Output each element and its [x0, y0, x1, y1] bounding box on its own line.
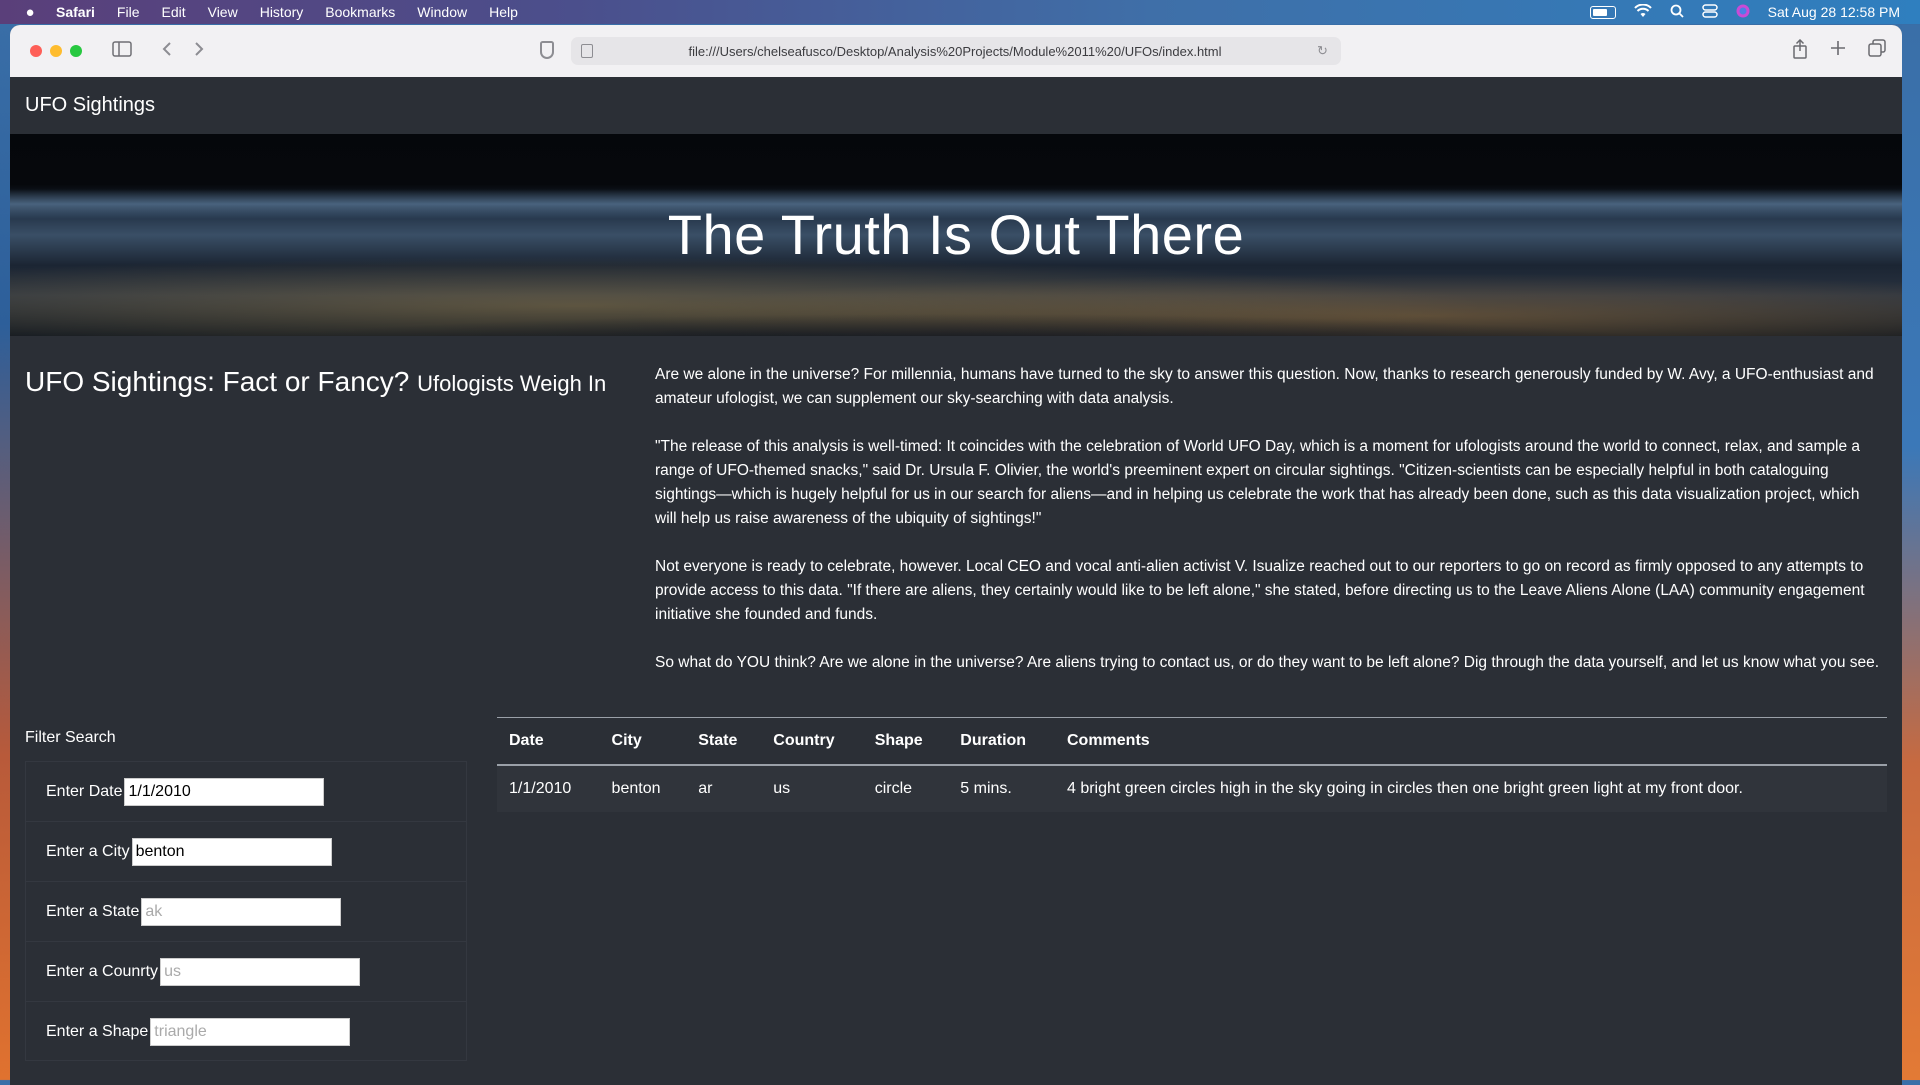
- article-subtitle: Ufologists Weigh In: [417, 371, 607, 396]
- desktop-wallpaper-edge: [1902, 25, 1920, 1080]
- menu-edit[interactable]: Edit: [161, 4, 185, 20]
- shape-label: Enter a Shape: [46, 1023, 149, 1040]
- cell-country: us: [761, 765, 863, 812]
- menu-bookmarks[interactable]: Bookmarks: [325, 4, 395, 20]
- hero-banner: The Truth Is Out There: [10, 134, 1902, 336]
- state-label: Enter a State: [46, 902, 140, 920]
- col-comments: Comments: [1054, 717, 1887, 766]
- filter-row-shape: Enter a Shape: [26, 1002, 466, 1062]
- col-shape: Shape: [862, 717, 949, 766]
- fullscreen-window-button[interactable]: [70, 45, 82, 57]
- menu-help[interactable]: Help: [489, 4, 518, 20]
- date-input[interactable]: [124, 777, 325, 806]
- minimize-window-button[interactable]: [50, 45, 62, 57]
- spotlight-search-icon[interactable]: [1670, 4, 1684, 21]
- sightings-table: Date City State Country Shape Duration C…: [497, 717, 1887, 812]
- shape-input[interactable]: [150, 1018, 351, 1046]
- share-icon[interactable]: [1792, 38, 1808, 65]
- article-paragraph: So what do YOU think? Are we alone in th…: [655, 654, 1880, 671]
- cell-comments: 4 bright green circles high in the sky g…: [1054, 765, 1887, 812]
- apple-icon[interactable]: ●: [20, 4, 40, 21]
- article-body: Are we alone in the universe? For millen…: [655, 363, 1885, 699]
- page-document-icon: [581, 44, 593, 58]
- article-paragraph: "The release of this analysis is well-ti…: [655, 438, 1861, 527]
- col-date: Date: [497, 717, 600, 766]
- city-label: Enter a City: [46, 842, 130, 860]
- forward-icon[interactable]: [194, 40, 204, 63]
- col-city: City: [599, 717, 687, 766]
- browser-toolbar: file:///Users/chelseafusco/Desktop/Analy…: [10, 25, 1902, 77]
- control-center-icon[interactable]: [1701, 3, 1718, 21]
- site-navbar: UFO Sightings: [10, 77, 1902, 134]
- menu-app-name[interactable]: Safari: [56, 4, 95, 20]
- article-heading: UFO Sightings: Fact or Fancy? Ufologists…: [25, 366, 606, 398]
- country-label: Enter a Counrty: [46, 962, 159, 980]
- back-icon[interactable]: [162, 40, 172, 63]
- window-controls: [30, 45, 82, 57]
- city-input[interactable]: [131, 837, 332, 866]
- address-bar[interactable]: file:///Users/chelseafusco/Desktop/Analy…: [571, 37, 1341, 65]
- article-paragraph: Are we alone in the universe? For millen…: [655, 366, 1874, 407]
- close-window-button[interactable]: [30, 45, 42, 57]
- filter-search-title: Filter Search: [25, 729, 116, 746]
- col-state: State: [686, 717, 762, 766]
- menu-file[interactable]: File: [117, 4, 140, 20]
- url-text[interactable]: file:///Users/chelseafusco/Desktop/Analy…: [593, 44, 1317, 59]
- menu-history[interactable]: History: [260, 4, 304, 20]
- privacy-shield-icon[interactable]: [540, 41, 554, 59]
- filter-row-city: Enter a City: [26, 822, 466, 882]
- table-row: 1/1/2010 benton ar us circle 5 mins. 4 b…: [497, 765, 1887, 812]
- sightings-table-container: Date City State Country Shape Duration C…: [497, 717, 1887, 812]
- tab-overview-icon[interactable]: [1868, 39, 1886, 65]
- cell-duration: 5 mins.: [948, 765, 1055, 812]
- cell-shape: circle: [862, 765, 949, 812]
- cell-state: ar: [686, 765, 762, 812]
- menu-window[interactable]: Window: [417, 4, 467, 20]
- col-duration: Duration: [948, 717, 1055, 766]
- table-header-row: Date City State Country Shape Duration C…: [497, 717, 1887, 766]
- filter-panel: Enter Date Enter a City Enter a State En…: [25, 761, 467, 1061]
- battery-icon[interactable]: [1589, 5, 1616, 19]
- siri-icon[interactable]: [1736, 4, 1750, 21]
- filter-row-state: Enter a State: [26, 882, 466, 942]
- hero-title: The Truth Is Out There: [667, 203, 1245, 266]
- new-tab-icon[interactable]: [1830, 39, 1846, 65]
- sidebar-toggle-icon[interactable]: [112, 40, 132, 63]
- col-country: Country: [761, 717, 863, 766]
- site-brand-link[interactable]: UFO Sightings: [25, 94, 155, 117]
- clock-datetime[interactable]: Sat Aug 28 12:58 PM: [1768, 4, 1900, 20]
- state-input[interactable]: [141, 897, 342, 926]
- filter-row-country: Enter a Counrty: [26, 942, 466, 1002]
- wifi-icon[interactable]: [1633, 3, 1652, 21]
- article-title: UFO Sightings: Fact or Fancy?: [25, 366, 410, 397]
- country-input[interactable]: [160, 957, 361, 986]
- safari-window: file:///Users/chelseafusco/Desktop/Analy…: [10, 25, 1902, 1085]
- menu-view[interactable]: View: [208, 4, 238, 20]
- article-paragraph: Not everyone is ready to celebrate, howe…: [655, 558, 1865, 623]
- cell-city: benton: [599, 765, 687, 812]
- date-label: Enter Date: [46, 782, 123, 800]
- menu-bar: ● Safari File Edit View History Bookmark…: [0, 0, 1920, 24]
- cell-date: 1/1/2010: [497, 765, 600, 812]
- filter-row-date: Enter Date: [26, 762, 466, 822]
- reload-icon[interactable]: ↻: [1317, 43, 1341, 59]
- web-page: UFO Sightings The Truth Is Out There UFO…: [10, 77, 1902, 1085]
